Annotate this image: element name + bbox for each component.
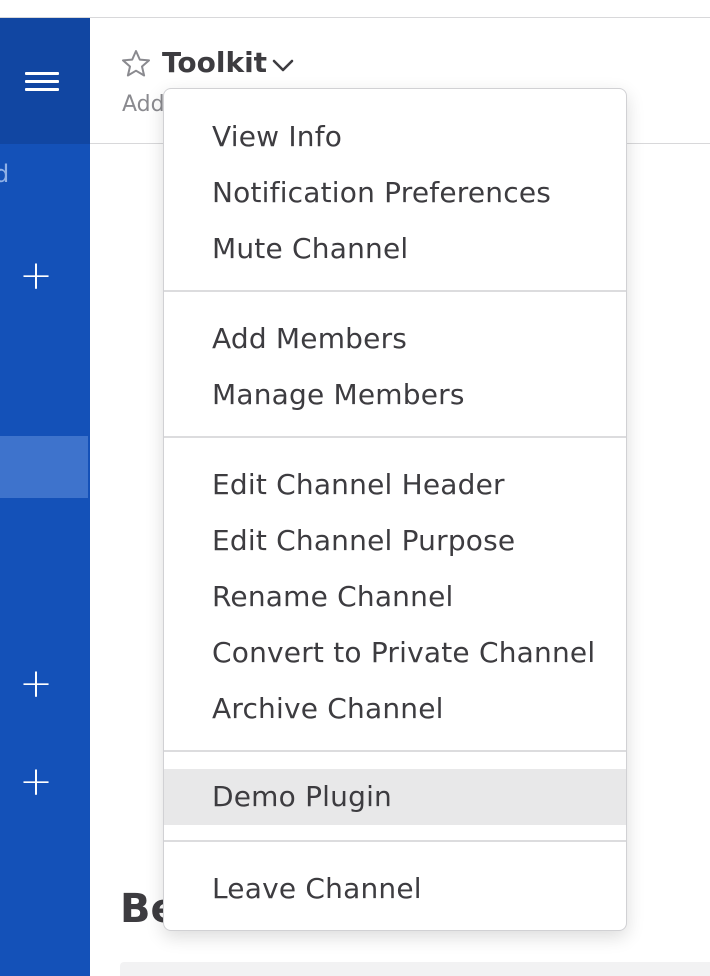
menu-item-edit-channel-header[interactable]: Edit Channel Header: [164, 457, 626, 513]
menu-divider: [164, 750, 626, 752]
menu-item-leave-channel[interactable]: Leave Channel: [164, 861, 626, 917]
add-direct-message-plus-icon[interactable]: +: [16, 664, 56, 704]
star-icon[interactable]: [120, 48, 152, 80]
menu-item-convert-to-private[interactable]: Convert to Private Channel: [164, 625, 626, 681]
menu-divider: [164, 840, 626, 842]
sidebar: d + + +: [0, 18, 90, 976]
menu-item-edit-channel-purpose[interactable]: Edit Channel Purpose: [164, 513, 626, 569]
menu-divider: [164, 436, 626, 438]
menu-item-view-info[interactable]: View Info: [164, 109, 626, 165]
sidebar-item-active[interactable]: [0, 436, 88, 498]
channel-header-subtitle[interactable]: Add: [122, 92, 164, 117]
hamburger-menu-icon[interactable]: [25, 70, 59, 94]
intro-box: [120, 962, 710, 976]
sidebar-partial-text: d: [0, 160, 10, 188]
channel-menu-dropdown: View Info Notification Preferences Mute …: [163, 88, 627, 931]
menu-divider: [164, 290, 626, 292]
menu-item-demo-plugin[interactable]: Demo Plugin: [164, 769, 626, 825]
menu-item-mute-channel[interactable]: Mute Channel: [164, 221, 626, 277]
add-team-plus-icon[interactable]: +: [16, 762, 56, 802]
menu-item-notification-preferences[interactable]: Notification Preferences: [164, 165, 626, 221]
add-channel-plus-icon[interactable]: +: [16, 256, 56, 296]
menu-item-add-members[interactable]: Add Members: [164, 311, 626, 367]
chevron-down-icon[interactable]: [270, 52, 296, 78]
menu-item-archive-channel[interactable]: Archive Channel: [164, 681, 626, 737]
channel-name[interactable]: Toolkit: [162, 46, 267, 79]
menu-item-rename-channel[interactable]: Rename Channel: [164, 569, 626, 625]
sidebar-header: [0, 18, 90, 144]
top-strip: [0, 0, 710, 18]
menu-item-manage-members[interactable]: Manage Members: [164, 367, 626, 423]
